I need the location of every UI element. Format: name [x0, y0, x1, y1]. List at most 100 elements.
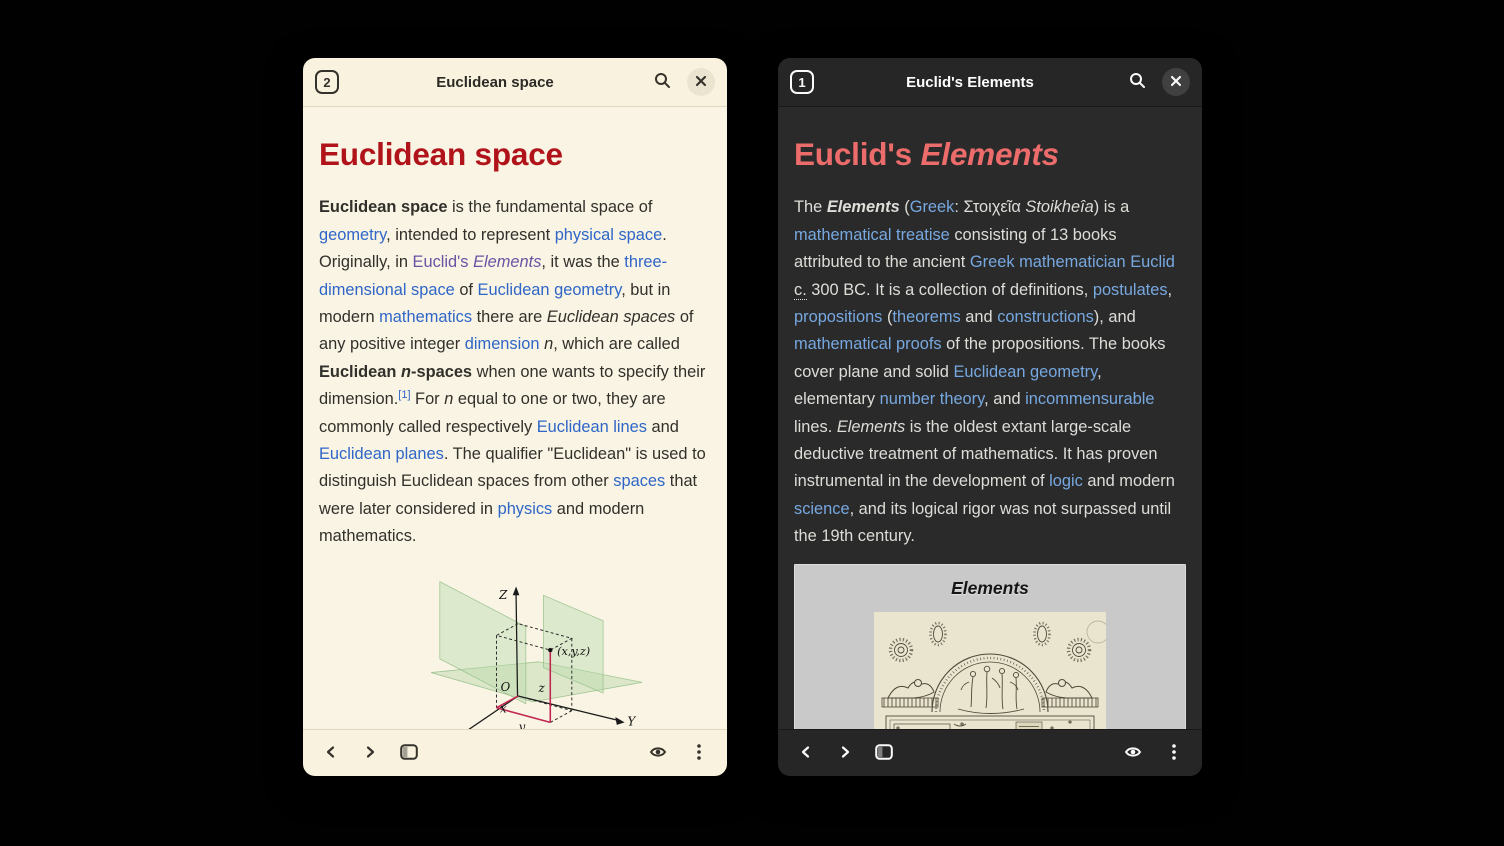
article-paragraph: Euclidean space is the fundamental space…: [319, 194, 711, 550]
titlebar: 1 Euclid's Elements: [778, 58, 1202, 107]
search-button[interactable]: [1122, 67, 1152, 97]
text-segment: The: [794, 198, 827, 216]
text-segment: Euclidean space: [319, 136, 563, 172]
window-title: Euclidean space: [363, 74, 627, 91]
sidebar-toggle-button[interactable]: [869, 738, 899, 768]
eye-icon: [1124, 744, 1142, 763]
close-icon: [1170, 75, 1182, 90]
article-link[interactable]: propositions: [794, 308, 882, 326]
eye-icon: [649, 744, 667, 763]
text-segment: : Στοιχεῖα: [954, 198, 1025, 216]
article-link[interactable]: spaces: [613, 472, 665, 490]
reader-mode-button[interactable]: [1118, 738, 1148, 768]
forward-button[interactable]: [355, 738, 385, 768]
text-segment: , it was the: [541, 253, 624, 271]
article-link[interactable]: [1]: [398, 389, 410, 401]
article-link[interactable]: mathematics: [379, 308, 472, 326]
sidebar-toggle-icon: [400, 744, 418, 763]
text-segment: Elements: [920, 136, 1058, 172]
article-link[interactable]: theorems: [892, 308, 960, 326]
chevron-left-icon: [798, 744, 814, 763]
article-link[interactable]: Euclidean geometry: [953, 363, 1097, 381]
z-seg-label: z: [538, 682, 546, 696]
article-scroll-area[interactable]: Euclid's Elements The Elements (Greek: Σ…: [778, 107, 1202, 729]
article-link[interactable]: Euclid: [1130, 253, 1175, 271]
text-segment: n: [444, 390, 453, 408]
close-icon: [695, 75, 707, 90]
article-paragraph: The Elements (Greek: Στοιχεῖα Stoikheîa)…: [794, 194, 1186, 550]
article-link[interactable]: constructions: [997, 308, 1094, 326]
article-link[interactable]: Euclid's: [413, 253, 474, 271]
text-segment: of: [455, 281, 478, 299]
article-link[interactable]: physics: [498, 500, 553, 518]
search-button[interactable]: [647, 67, 677, 97]
article-link[interactable]: mathematical treatise: [794, 226, 950, 244]
article-link[interactable]: Greek mathematician: [970, 253, 1126, 271]
kebab-menu-icon: [697, 743, 701, 764]
point-label: (x,y,z): [557, 645, 590, 658]
text-segment: Euclid's: [794, 136, 920, 172]
article-link[interactable]: science: [794, 500, 850, 518]
text-segment: Euclidean: [319, 363, 401, 381]
menu-button[interactable]: [1159, 738, 1189, 768]
reader-mode-button[interactable]: [643, 738, 673, 768]
z-arrowhead: [513, 587, 520, 596]
article-link[interactable]: mathematical proofs: [794, 335, 942, 353]
window-euclidean-space: 2 Euclidean space Euclidean space Euclid…: [303, 58, 727, 776]
article-link[interactable]: Elements: [473, 253, 541, 271]
sidebar-toggle-icon: [875, 744, 893, 763]
bottom-toolbar: [778, 729, 1202, 776]
kebab-menu-icon: [1172, 743, 1176, 764]
close-button[interactable]: [1162, 68, 1190, 96]
text-segment: c.: [794, 281, 807, 300]
article-link[interactable]: geometry: [319, 226, 386, 244]
x-seg-label: x: [500, 702, 507, 716]
frontispiece-image[interactable]: [874, 612, 1106, 729]
text-segment: and: [647, 418, 679, 436]
forward-button[interactable]: [830, 738, 860, 768]
text-segment: 300 BC. It is a collection of definition…: [807, 281, 1093, 299]
text-segment: , which are called: [553, 335, 680, 353]
close-button[interactable]: [687, 68, 715, 96]
tab-overview-button[interactable]: 1: [790, 70, 814, 94]
text-segment: Stoikheîa: [1025, 198, 1093, 216]
text-segment: there are: [472, 308, 547, 326]
bottom-toolbar: [303, 729, 727, 776]
text-segment: For: [411, 390, 445, 408]
back-button[interactable]: [791, 738, 821, 768]
article-link[interactable]: logic: [1049, 472, 1083, 490]
z-axis-label: Z: [498, 589, 508, 603]
article-link[interactable]: Euclidean planes: [319, 445, 444, 463]
origin-label: O: [501, 681, 511, 695]
tab-overview-button[interactable]: 2: [315, 70, 339, 94]
article-scroll-area[interactable]: Euclidean space Euclidean space is the f…: [303, 107, 727, 729]
text-segment: , and: [984, 390, 1025, 408]
article-link[interactable]: number theory: [880, 390, 984, 408]
article-image-card[interactable]: Elements: [794, 564, 1186, 729]
magnifier-icon: [654, 72, 671, 92]
article-link[interactable]: physical space: [555, 226, 663, 244]
text-segment: and modern: [1083, 472, 1175, 490]
coordinate-diagram-image[interactable]: Z Y O x y z (x,y,z): [431, 572, 651, 729]
article-link[interactable]: Greek: [910, 198, 955, 216]
back-button[interactable]: [316, 738, 346, 768]
article-link[interactable]: incommensurable: [1025, 390, 1154, 408]
article-link[interactable]: dimension: [465, 335, 540, 353]
point-marker: [548, 648, 552, 652]
text-segment: (: [900, 198, 910, 216]
text-segment: ,: [1168, 281, 1173, 299]
article-link[interactable]: Euclidean lines: [537, 418, 647, 436]
text-segment: n: [401, 363, 411, 381]
text-segment: , and its logical rigor was not surpasse…: [794, 500, 1171, 545]
menu-button[interactable]: [684, 738, 714, 768]
y-seg-label: y: [518, 721, 526, 729]
text-segment: -spaces: [411, 363, 472, 381]
sidebar-toggle-button[interactable]: [394, 738, 424, 768]
article-link[interactable]: postulates: [1093, 281, 1168, 299]
text-segment: Elements: [837, 418, 905, 436]
image-caption: Elements: [795, 578, 1185, 599]
text-segment: (: [882, 308, 892, 326]
article-link[interactable]: Euclidean geometry: [478, 281, 622, 299]
text-segment: ) is a: [1094, 198, 1130, 216]
text-segment: Elements: [827, 198, 900, 216]
